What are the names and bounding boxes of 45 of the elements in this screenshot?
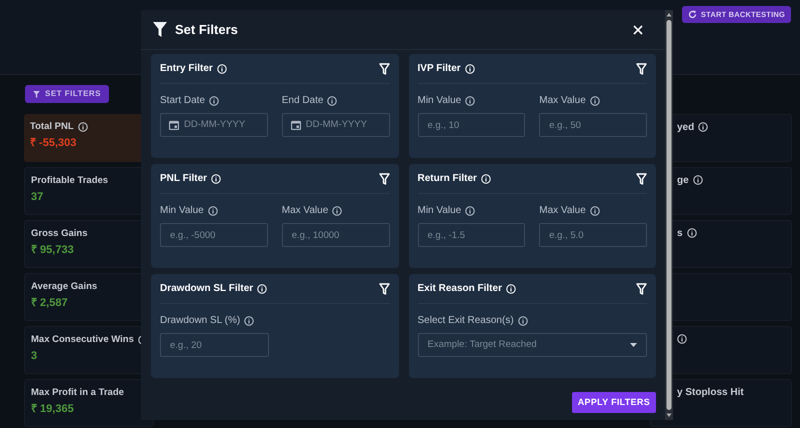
stat-label: s [677,226,683,240]
input-field[interactable]: e.g., 10000 [282,223,390,247]
field-label: Drawdown SL (%) [160,314,240,328]
filter-title: Return Filter [418,172,477,186]
stat-value: ₹ 2,587 [31,296,69,312]
stat-label: y Stoploss Hit [677,386,744,400]
apply-filters-button[interactable]: APPLY FILTERS [572,392,656,413]
dropdown-field[interactable]: Example: Target Reached [418,333,647,357]
filter-title: Entry Filter [160,62,213,76]
stat-label: Max Profit in a Trade [31,386,124,400]
filter-title: Exit Reason Filter [418,282,502,296]
field-label: Max Value [282,204,328,218]
stat-label: ge [677,174,689,188]
field-label: Max Value [539,94,586,108]
stat-value: ₹ 95,733 [31,243,75,258]
stat-label: Max Consecutive Wins [31,333,134,347]
date-field[interactable]: DD-MM-YYYY [160,113,268,137]
stat-label: Total PNL [30,120,74,134]
field-label: Min Value [160,204,204,218]
input-field[interactable]: e.g., 50 [539,113,647,137]
stat-value: 37 [31,190,44,206]
filter-title: Drawdown SL Filter [160,282,254,296]
field-label: Max Value [539,204,586,218]
field-label: Select Exit Reason(s) [418,314,514,328]
field-label: Start Date [160,94,206,108]
date-field[interactable]: DD-MM-YYYY [282,113,390,137]
stat-value: ₹ 19,365 [31,402,75,418]
set-filters-button[interactable]: SET FILTERS [25,85,110,103]
input-field[interactable]: e.g., -5000 [160,223,268,247]
stat-label: yed [677,120,694,134]
stat-label: Average Gains [31,280,98,294]
filter-title: PNL Filter [160,172,208,186]
dialog-title: Set Filters [175,20,238,39]
input-field[interactable]: e.g., 10 [418,113,526,137]
input-field[interactable]: e.g., 5.0 [539,223,647,247]
field-label: End Date [282,94,324,108]
field-label: Min Value [418,204,462,218]
stat-value: ₹ -55,303 [30,136,78,152]
stat-value: 3 [31,349,38,364]
input-field[interactable]: e.g., -1.5 [418,223,526,247]
filter-title: IVP Filter [418,62,461,76]
input-field[interactable]: e.g., 20 [160,333,269,357]
stat-label: Profitable Trades [31,174,108,188]
stat-label: Gross Gains [31,227,88,241]
field-label: Min Value [418,94,462,108]
